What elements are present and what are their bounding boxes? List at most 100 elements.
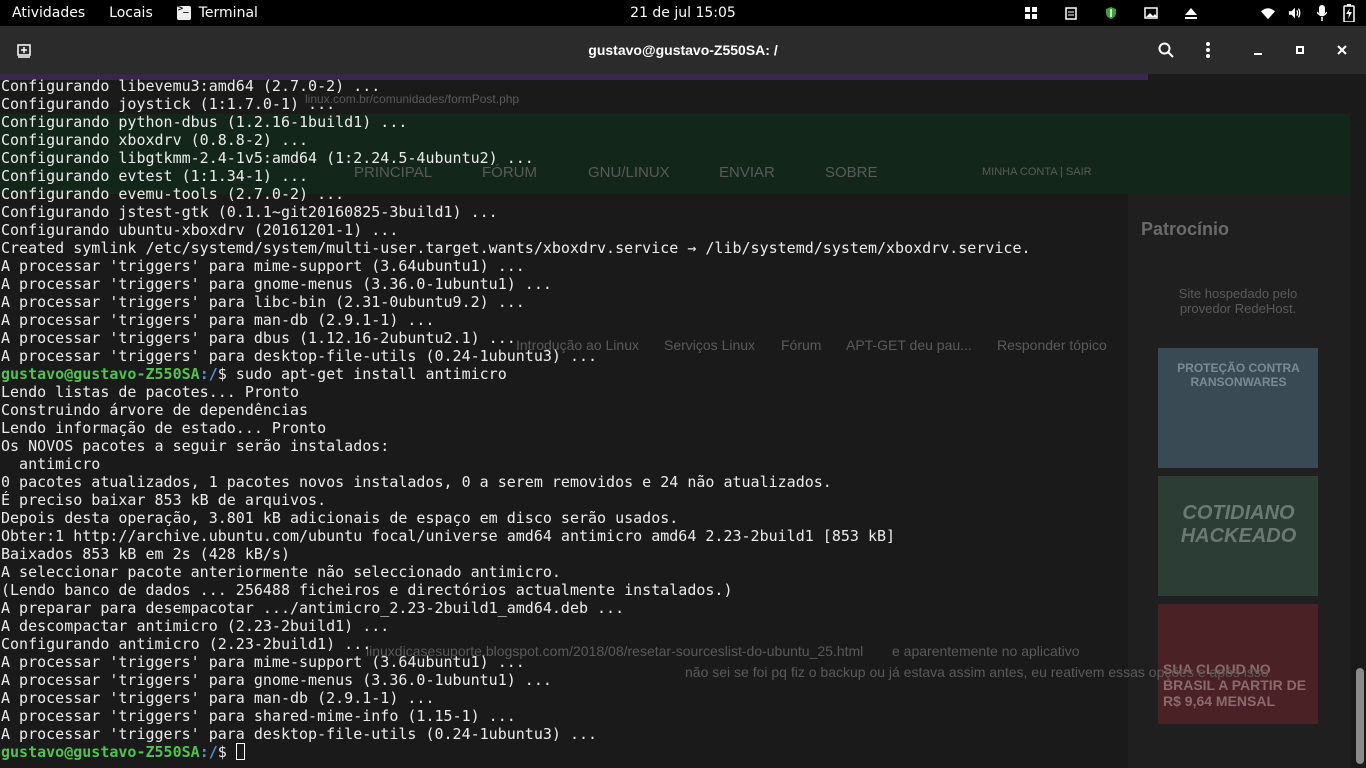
line-text: A processar 'triggers' para man-db (2.9.… xyxy=(1,311,435,329)
line-text: Configurando antimicro (2.23-2build1) ..… xyxy=(1,635,372,653)
line-text: Configurando python-dbus (1.2.16-1build1… xyxy=(1,113,408,131)
system-tray xyxy=(1024,0,1356,26)
output-line: Depois desta operação, 3.801 kB adiciona… xyxy=(1,509,1031,527)
output-line: A processar 'triggers' para man-db (2.9.… xyxy=(1,311,1031,329)
line-text: A processar 'triggers' para mime-support… xyxy=(1,257,525,275)
new-tab-icon[interactable] xyxy=(17,43,31,58)
clipboard-icon[interactable] xyxy=(1064,6,1078,20)
line-text: 0 pacotes atualizados, 1 pacotes novos i… xyxy=(1,473,832,491)
prompt-user: gustavo@gustavo-Z550SA xyxy=(1,365,200,383)
app-menu[interactable]: Terminal xyxy=(165,0,270,26)
output-line: Configurando ubuntu-xboxdrv (20161201-1)… xyxy=(1,221,1031,239)
line-text: Created symlink /etc/systemd/system/mult… xyxy=(1,239,1031,257)
output-line: Configurando evemu-tools (2.7.0-2) ... xyxy=(1,185,1031,203)
prompt-path: :/ xyxy=(199,365,218,383)
prompt-line: gustavo@gustavo-Z550SA:/$ sudo apt-get i… xyxy=(1,365,1031,383)
line-text: Configurando ubuntu-xboxdrv (20161201-1)… xyxy=(1,221,399,239)
menu-icon[interactable] xyxy=(1198,40,1218,60)
line-text: A processar 'triggers' para gnome-menus … xyxy=(1,671,552,689)
image-icon[interactable] xyxy=(1144,6,1158,20)
output-line: Configurando python-dbus (1.2.16-1build1… xyxy=(1,113,1031,131)
places-menu[interactable]: Locais xyxy=(97,0,165,26)
bg-hosted: Site hospedado pelo provedor RedeHost. xyxy=(1178,286,1298,316)
eject-icon[interactable] xyxy=(1184,6,1198,20)
line-text: Configurando evemu-tools (2.7.0-2) ... xyxy=(1,185,345,203)
bg-ad1: PROTEÇÃO CONTRA RANSONWARES xyxy=(1177,361,1300,389)
line-text: Configurando xboxdrv (0.8.8-2) ... xyxy=(1,131,309,149)
line-text: A seleccionar pacote anteriormente não s… xyxy=(1,563,561,581)
output-line: A processar 'triggers' para mime-support… xyxy=(1,257,1031,275)
line-text: Os NOVOS pacotes a seguir serão instalad… xyxy=(1,437,390,455)
output-line: A processar 'triggers' para desktop-file… xyxy=(1,347,1031,365)
line-text: Lendo informação de estado... Pronto xyxy=(1,419,327,437)
grid-icon[interactable] xyxy=(1024,6,1038,20)
line-text: A processar 'triggers' para shared-mime-… xyxy=(1,707,516,725)
output-line: Configurando evtest (1:1.34-1) ... xyxy=(1,167,1031,185)
line-text: A processar 'triggers' para man-db (2.9.… xyxy=(1,689,435,707)
output-line: Lendo listas de pacotes... Pronto xyxy=(1,383,1031,401)
line-text: A processar 'triggers' para desktop-file… xyxy=(1,347,598,365)
gnome-top-bar: Atividades Locais Terminal 21 de jul 15:… xyxy=(0,0,1366,26)
output-line: Configurando libgtkmm-2.4-1v5:amd64 (1:2… xyxy=(1,149,1031,167)
output-line: (Lendo banco de dados ... 256488 ficheir… xyxy=(1,581,1031,599)
output-line: A descompactar antimicro (2.23-2build1) … xyxy=(1,617,1031,635)
battery-icon[interactable] xyxy=(1342,4,1356,22)
prompt-user: gustavo@gustavo-Z550SA xyxy=(1,743,200,761)
minimize-icon[interactable] xyxy=(1248,40,1268,60)
line-text: A processar 'triggers' para gnome-menus … xyxy=(1,275,552,293)
clock[interactable]: 21 de jul 15:05 xyxy=(630,5,736,21)
shield-icon[interactable] xyxy=(1104,6,1118,20)
output-line: Configurando xboxdrv (0.8.8-2) ... xyxy=(1,131,1031,149)
activities-button[interactable]: Atividades xyxy=(0,0,97,26)
output-line: A processar 'triggers' para gnome-menus … xyxy=(1,275,1031,293)
line-text: A processar 'triggers' para desktop-file… xyxy=(1,725,598,743)
line-text: Obter:1 http://archive.ubuntu.com/ubuntu… xyxy=(1,527,896,545)
output-line: A processar 'triggers' para dbus (1.12.1… xyxy=(1,329,1031,347)
output-line: A processar 'triggers' para man-db (2.9.… xyxy=(1,689,1031,707)
line-text: Configurando jstest-gtk (0.1.1~git201608… xyxy=(1,203,498,221)
line-text: Construindo árvore de dependências xyxy=(1,401,309,419)
line-text: É preciso baixar 853 kB de arquivos. xyxy=(1,491,327,509)
bg-ad2: COTIDIANO HACKEADO xyxy=(1180,502,1297,547)
output-line: É preciso baixar 853 kB de arquivos. xyxy=(1,491,1031,509)
microphone-icon[interactable] xyxy=(1315,5,1329,21)
output-line: A preparar para desempacotar .../antimic… xyxy=(1,599,1031,617)
output-line: Obter:1 http://archive.ubuntu.com/ubuntu… xyxy=(1,527,1031,545)
volume-icon[interactable] xyxy=(1288,6,1302,20)
terminal-headerbar: gustavo@gustavo-Z550SA: / xyxy=(0,26,1366,74)
output-line: A seleccionar pacote anteriormente não s… xyxy=(1,563,1031,581)
close-icon[interactable] xyxy=(1332,40,1352,60)
line-text: Lendo listas de pacotes... Pronto xyxy=(1,383,300,401)
line-text: antimicro xyxy=(1,455,101,473)
text-cursor[interactable] xyxy=(235,743,245,760)
output-line: A processar 'triggers' para mime-support… xyxy=(1,653,1031,671)
wifi-icon[interactable] xyxy=(1261,6,1275,20)
output-line: Construindo árvore de dependências xyxy=(1,401,1031,419)
output-line: A processar 'triggers' para desktop-file… xyxy=(1,725,1031,743)
output-line: Created symlink /etc/systemd/system/mult… xyxy=(1,239,1031,257)
line-text: Configurando joystick (1:1.7.0-1) ... xyxy=(1,95,336,113)
terminal-view[interactable]: linux.com.br/comunidades/formPost.php PR… xyxy=(0,74,1366,768)
output-line: Os NOVOS pacotes a seguir serão instalad… xyxy=(1,437,1031,455)
prompt-line: gustavo@gustavo-Z550SA:/$ xyxy=(1,743,1031,761)
line-text: A processar 'triggers' para mime-support… xyxy=(1,653,525,671)
line-text: Configurando libgtkmm-2.4-1v5:amd64 (1:2… xyxy=(1,149,534,167)
maximize-icon[interactable] xyxy=(1290,40,1310,60)
line-text: (Lendo banco de dados ... 256488 ficheir… xyxy=(1,581,733,599)
terminal-icon xyxy=(176,4,191,20)
output-line: 0 pacotes atualizados, 1 pacotes novos i… xyxy=(1,473,1031,491)
line-text: A preparar para desempacotar .../antimic… xyxy=(1,599,625,617)
output-line: Configurando jstest-gtk (0.1.1~git201608… xyxy=(1,203,1031,221)
output-line: Lendo informação de estado... Pronto xyxy=(1,419,1031,437)
line-text: $ xyxy=(217,743,236,761)
output-line: Configurando joystick (1:1.7.0-1) ... xyxy=(1,95,1031,113)
output-line: A processar 'triggers' para shared-mime-… xyxy=(1,707,1031,725)
bg-sidebar-title: Patrocínio xyxy=(1141,219,1230,239)
line-text: Configurando evtest (1:1.34-1) ... xyxy=(1,167,309,185)
terminal-scrollbar[interactable] xyxy=(1356,668,1364,764)
search-icon[interactable] xyxy=(1156,40,1176,60)
output-line: A processar 'triggers' para libc-bin (2.… xyxy=(1,293,1031,311)
output-line: Baixados 853 kB em 2s (428 kB/s) xyxy=(1,545,1031,563)
output-line: Configurando libevemu3:amd64 (2.7.0-2) .… xyxy=(1,77,1031,95)
terminal-output: Configurando libevemu3:amd64 (2.7.0-2) .… xyxy=(1,77,1031,761)
